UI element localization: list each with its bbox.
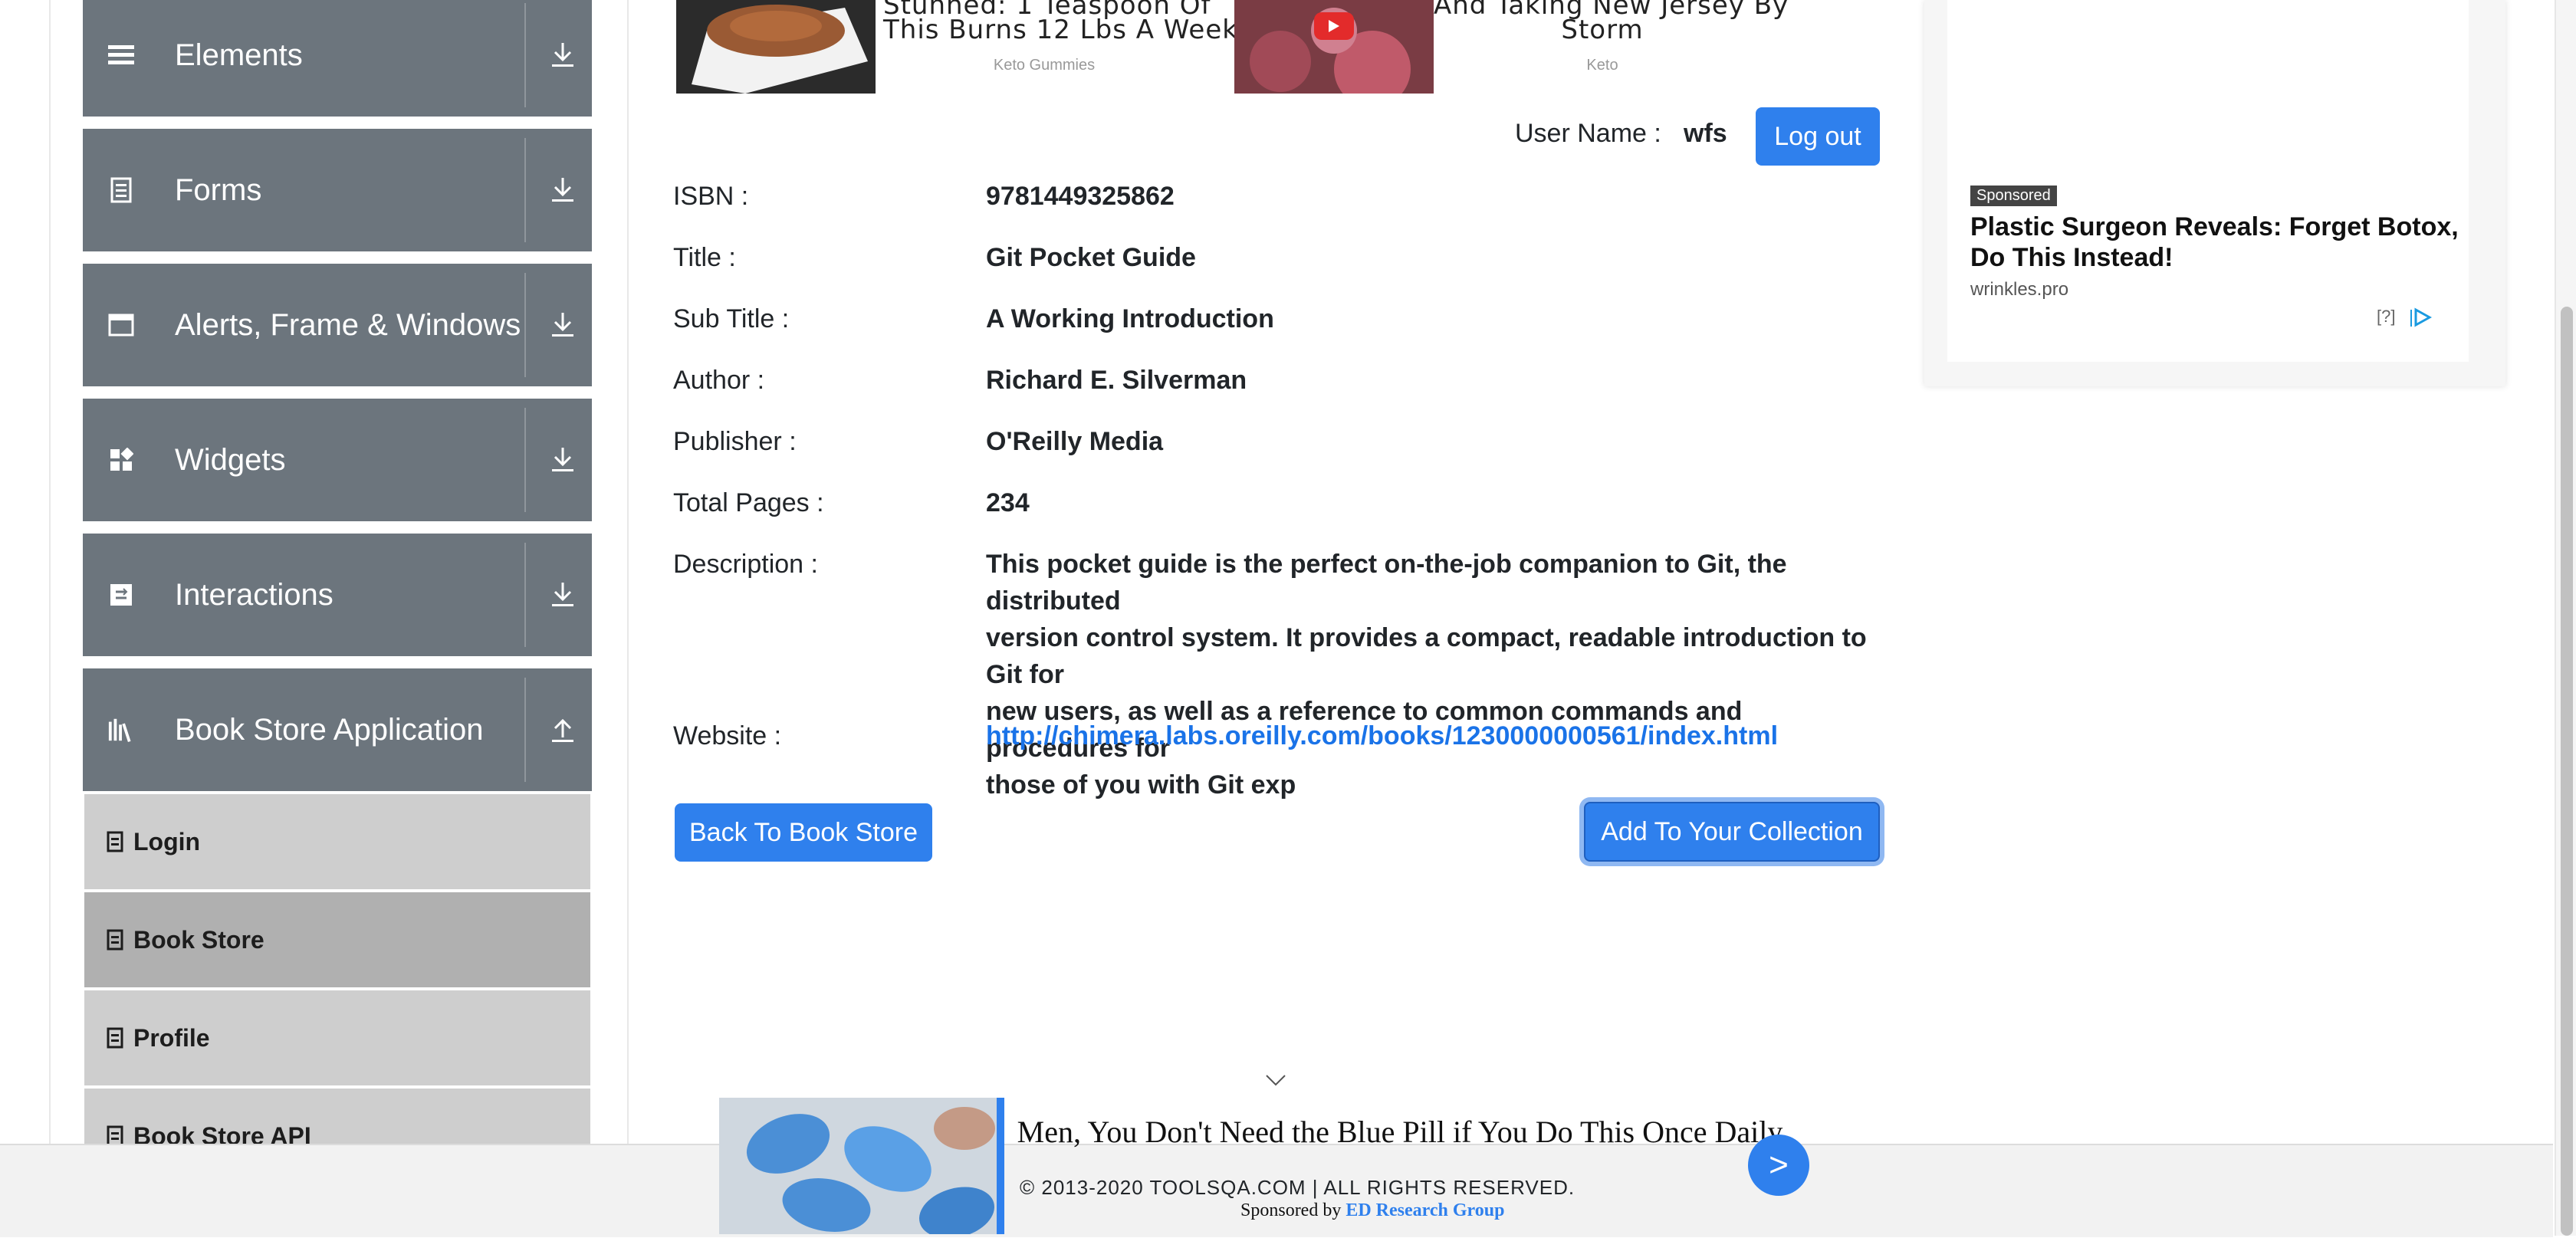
description-label: Description : <box>673 550 818 579</box>
next-arrow-button[interactable]: > <box>1748 1135 1809 1196</box>
ad-title: Storm <box>1561 15 1644 45</box>
bottom-ad[interactable]: Men, You Don't Need the Blue Pill if You… <box>719 1096 1815 1238</box>
window-icon <box>107 308 135 342</box>
sidebar-item-login[interactable]: Login <box>84 794 590 889</box>
ad-source: wrinkles.pro <box>1970 279 2069 300</box>
document-icon <box>106 829 124 854</box>
ad-title: This Burns 12 Lbs A Week <box>883 15 1238 45</box>
sidebar-group-label: Interactions <box>175 578 334 612</box>
website-link[interactable]: http://chimera.labs.oreilly.com/books/12… <box>986 721 1778 750</box>
website-value: http://chimera.labs.oreilly.com/books/12… <box>986 718 1883 754</box>
user-name-label: User Name : <box>1515 119 1661 148</box>
play-icon[interactable] <box>1314 12 1354 40</box>
publisher-value: O'Reilly Media <box>986 427 1164 456</box>
list-icon <box>107 38 135 72</box>
ad-image <box>719 1098 997 1238</box>
sidebar-group-label: Forms <box>175 173 262 207</box>
top-ad-2[interactable]: And Taking New Jersey By Storm Keto <box>1234 0 1802 107</box>
back-to-book-store-button[interactable]: Back To Book Store <box>675 803 932 862</box>
description-line: version control system. It provides a co… <box>986 623 1867 689</box>
ad-title: Plastic Surgeon Reveals: Forget Botox, D… <box>1970 212 2459 272</box>
ad-accent-bar <box>997 1098 1004 1234</box>
sidebar-item-profile[interactable]: Profile <box>84 990 590 1085</box>
sidebar-group-label: Alerts, Frame & Windows <box>175 308 521 342</box>
adchoices-icon[interactable] <box>2409 307 2433 328</box>
download-arrow-icon[interactable] <box>549 575 577 615</box>
widgets-icon <box>107 443 135 477</box>
description-line: This pocket guide is the perfect on-the-… <box>986 550 1787 616</box>
ad-sponsor: Sponsored by ED Research Group <box>1240 1200 1504 1221</box>
download-arrow-icon[interactable] <box>549 305 577 345</box>
author-value: Richard E. Silverman <box>986 366 1247 395</box>
add-to-collection-button[interactable]: Add To Your Collection <box>1584 802 1880 862</box>
subtitle-value: A Working Introduction <box>986 304 1274 333</box>
sidebar-group-elements[interactable]: Elements <box>83 0 592 117</box>
upload-arrow-icon[interactable] <box>549 710 577 750</box>
ad-image <box>676 0 876 94</box>
form-icon <box>107 173 135 207</box>
total-pages-label: Total Pages : <box>673 488 824 517</box>
title-label: Title : <box>673 243 736 272</box>
scrollbar-thumb[interactable] <box>2561 307 2573 1236</box>
sidebar-group-widgets[interactable]: Widgets <box>83 399 592 521</box>
publisher-label: Publisher : <box>673 427 797 456</box>
ad-info-link[interactable]: [?] <box>2377 307 2395 327</box>
ad-source: Keto Gummies <box>993 57 1096 74</box>
ad-title: Men, You Don't Need the Blue Pill if You… <box>1017 1115 1783 1149</box>
divider <box>524 3 526 107</box>
website-label: Website : <box>673 721 782 750</box>
vertical-scrollbar[interactable] <box>2555 0 2576 1236</box>
sponsor-name[interactable]: ED Research Group <box>1346 1200 1504 1220</box>
document-icon <box>106 1026 124 1050</box>
download-arrow-icon[interactable] <box>549 440 577 480</box>
isbn-value: 9781449325862 <box>986 182 1175 211</box>
logout-button[interactable]: Log out <box>1756 107 1880 166</box>
description-line: those of you with Git exp <box>986 770 1296 800</box>
total-pages-value: 234 <box>986 488 1030 517</box>
user-name-value: wfs <box>1684 119 1727 148</box>
sidebar-item-book-store[interactable]: Book Store <box>84 892 590 987</box>
divider <box>524 273 526 377</box>
sidebar-group-alerts[interactable]: Alerts, Frame & Windows <box>83 264 592 386</box>
divider <box>524 408 526 512</box>
download-arrow-icon[interactable] <box>549 170 577 210</box>
subtitle-label: Sub Title : <box>673 304 790 333</box>
sidebar-group-forms[interactable]: Forms <box>83 129 592 251</box>
sidebar-item-label: Login <box>133 828 201 855</box>
interactions-icon <box>107 578 135 612</box>
ad-source: Keto <box>1586 57 1618 74</box>
download-arrow-icon[interactable] <box>549 35 577 75</box>
sidebar-group-label: Widgets <box>175 443 286 477</box>
right-ad[interactable]: Sponsored Plastic Surgeon Reveals: Forge… <box>1924 0 2505 386</box>
sponsored-badge: Sponsored <box>1970 186 2057 206</box>
sidebar-group-label: Book Store Application <box>175 713 484 747</box>
top-ad-1[interactable]: Stunned: 1 Teaspoon Of This Burns 12 Lbs… <box>676 0 1238 94</box>
divider <box>524 543 526 647</box>
sidebar-group-interactions[interactable]: Interactions <box>83 534 592 656</box>
document-icon <box>106 928 124 952</box>
title-value: Git Pocket Guide <box>986 243 1196 272</box>
isbn-label: ISBN : <box>673 182 749 211</box>
sidebar: Elements Forms Alerts, Frame & Windows W… <box>49 0 629 1236</box>
author-label: Author : <box>673 366 765 395</box>
divider <box>524 678 526 782</box>
chevron-down-icon[interactable] <box>1265 1073 1286 1087</box>
sidebar-item-label: Profile <box>133 1024 210 1052</box>
ad-panel: Sponsored Plastic Surgeon Reveals: Forge… <box>1947 0 2469 362</box>
description-value: This pocket guide is the perfect on-the-… <box>986 546 1883 803</box>
divider <box>524 138 526 242</box>
books-icon <box>107 713 135 747</box>
sponsored-by-label: Sponsored by <box>1240 1200 1342 1220</box>
sidebar-item-label: Book Store <box>133 926 264 954</box>
sidebar-group-book-store[interactable]: Book Store Application <box>83 668 592 791</box>
sidebar-group-label: Elements <box>175 38 303 72</box>
